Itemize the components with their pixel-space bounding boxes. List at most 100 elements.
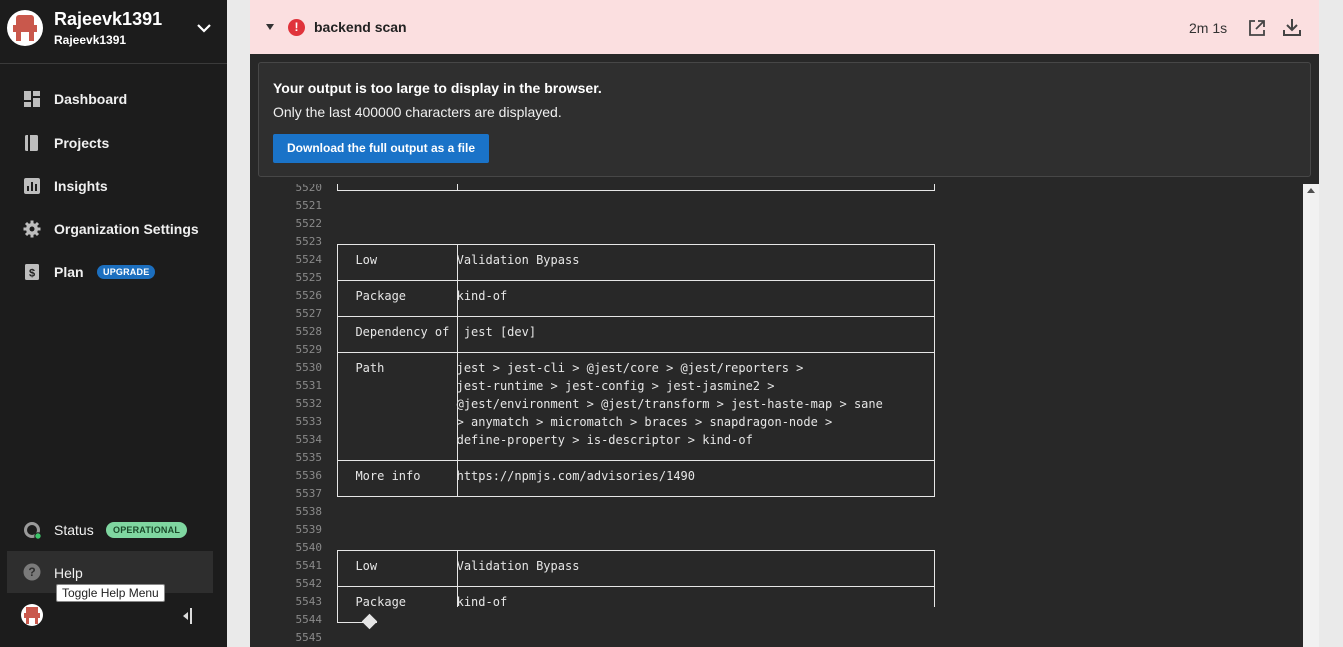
log-line-number: 5540 <box>295 541 323 554</box>
log-line-text: @jest/environment > @jest/transform > je… <box>341 397 883 411</box>
log-line-text: Low Validation Bypass <box>341 253 580 267</box>
user-avatar[interactable] <box>21 604 43 626</box>
table-border <box>337 586 935 587</box>
svg-text:$: $ <box>29 268 35 280</box>
org-name: Rajeevk1391 <box>54 9 163 29</box>
log-line-number: 5527 <box>295 307 323 320</box>
chart-icon <box>24 178 40 194</box>
dashboard-icon <box>24 91 40 107</box>
log-line-number: 5545 <box>295 631 323 644</box>
help-tooltip: Toggle Help Menu <box>56 584 165 602</box>
log-line-number: 5529 <box>295 343 323 356</box>
org-switcher[interactable]: Rajeevk1391 Rajeevk1391 <box>0 0 227 64</box>
table-border <box>337 550 935 551</box>
log-line-number: 5535 <box>295 451 323 464</box>
log-line-text: Low Validation Bypass <box>341 559 580 573</box>
table-border <box>934 244 935 497</box>
svg-text:?: ? <box>28 565 35 579</box>
caret-down-icon[interactable] <box>265 22 275 32</box>
table-border <box>457 550 458 607</box>
log-line-text: > anymatch > micromatch > braces > snapd… <box>341 415 833 429</box>
log-line-number: 5536 <box>295 469 323 482</box>
log-line-number: 5539 <box>295 523 323 536</box>
log-line: 5543 Package kind-of <box>258 595 1303 613</box>
org-avatar <box>7 10 43 46</box>
dollar-icon: $ <box>25 264 39 280</box>
gear-icon <box>23 220 41 238</box>
sidebar-item-projects[interactable]: Projects <box>0 124 227 162</box>
collapse-sidebar-icon[interactable] <box>179 607 195 625</box>
step-output: Your output is too large to display in t… <box>250 54 1319 647</box>
log-line-number: 5526 <box>295 289 323 302</box>
log-line-number: 5522 <box>295 217 323 230</box>
book-icon <box>25 135 38 151</box>
job-step-title: backend scan <box>314 19 407 35</box>
upgrade-badge[interactable]: UPGRADE <box>97 265 156 279</box>
notice-title: Your output is too large to display in t… <box>273 80 602 96</box>
sidebar-item-dashboard[interactable]: Dashboard <box>0 80 227 118</box>
help-label: Help <box>54 565 83 581</box>
log-line-number: 5534 <box>295 433 323 446</box>
log-line-number: 5543 <box>295 595 323 608</box>
log-line-number: 5520 <box>295 184 323 194</box>
table-border <box>337 550 338 623</box>
log-line: 5539 <box>258 523 1303 541</box>
status-gauge-icon <box>24 522 42 540</box>
log-line-number: 5542 <box>295 577 323 590</box>
table-border <box>337 190 935 191</box>
log-line-number: 5532 <box>295 397 323 410</box>
sidebar-item-plan[interactable]: $ Plan UPGRADE <box>0 253 227 291</box>
log-line-number: 5538 <box>295 505 323 518</box>
log-line: 5544 <box>258 613 1303 631</box>
log-line-number: 5531 <box>295 379 323 392</box>
scroll-up-arrow-icon[interactable] <box>1307 188 1315 193</box>
log-line: 5541 Low Validation Bypass <box>258 559 1303 577</box>
log-line: 5520 <box>258 184 1303 199</box>
external-link-icon[interactable] <box>1248 19 1266 37</box>
log-line-number: 5521 <box>295 199 323 212</box>
log-line: 5530 Path jest > jest-cli > @jest/core >… <box>258 361 1303 379</box>
log-scrollbar[interactable] <box>1303 184 1319 647</box>
log-line-text: Package kind-of <box>341 595 508 609</box>
log-line: 5545 <box>258 631 1303 647</box>
log-line-number: 5523 <box>295 235 323 248</box>
log-line-text: define-property > is-descriptor > kind-o… <box>341 433 753 447</box>
job-duration: 2m 1s <box>1189 20 1228 36</box>
main-content: ! backend scan 2m 1s Your output is too … <box>227 0 1343 647</box>
help-icon: ? <box>23 563 41 581</box>
sidebar-item-label: Insights <box>54 178 108 194</box>
log-line: 5526 Package kind-of <box>258 289 1303 307</box>
sidebar-item-label: Organization Settings <box>54 221 199 237</box>
error-icon: ! <box>288 19 305 36</box>
chevron-down-icon[interactable] <box>194 18 214 38</box>
table-border <box>457 244 458 497</box>
log-line: 5524 Low Validation Bypass <box>258 253 1303 271</box>
log-line-number: 5533 <box>295 415 323 428</box>
sidebar-item-insights[interactable]: Insights <box>0 167 227 205</box>
org-subname: Rajeevk1391 <box>54 33 127 47</box>
log-line: 5536 More info https://npmjs.com/advisor… <box>258 469 1303 487</box>
log-line: 5522 <box>258 217 1303 235</box>
log-line-number: 5541 <box>295 559 323 572</box>
log-line-number: 5524 <box>295 253 323 266</box>
sidebar-item-label: Dashboard <box>54 91 128 107</box>
notice-body: Only the last 400000 characters are disp… <box>273 104 562 120</box>
status-link[interactable]: Status OPERATIONAL <box>0 511 227 549</box>
sidebar: Rajeevk1391 Rajeevk1391 Dashboard Projec… <box>0 0 227 647</box>
table-border <box>337 460 935 461</box>
log-line: 5528 Dependency of jest [dev] <box>258 325 1303 343</box>
table-border <box>337 244 935 245</box>
app-root: Rajeevk1391 Rajeevk1391 Dashboard Projec… <box>0 0 1343 647</box>
table-border <box>934 550 935 607</box>
job-step-header[interactable]: ! backend scan 2m 1s <box>250 0 1319 54</box>
table-border <box>337 316 935 317</box>
download-icon[interactable] <box>1282 17 1302 37</box>
log-output: 5520 5521 5522 5523 5524 Low Validation Bypa… <box>258 184 1303 647</box>
log-line-number: 5530 <box>295 361 323 374</box>
status-label: Status <box>54 522 94 538</box>
log-line-text: More info https://npmjs.com/advisories/1… <box>341 469 696 483</box>
sidebar-item-organization-settings[interactable]: Organization Settings <box>0 210 227 248</box>
log-line: 5531 jest-runtime > jest-config > jest-j… <box>258 379 1303 397</box>
table-border <box>337 244 338 497</box>
download-full-output-button[interactable]: Download the full output as a file <box>273 134 489 163</box>
